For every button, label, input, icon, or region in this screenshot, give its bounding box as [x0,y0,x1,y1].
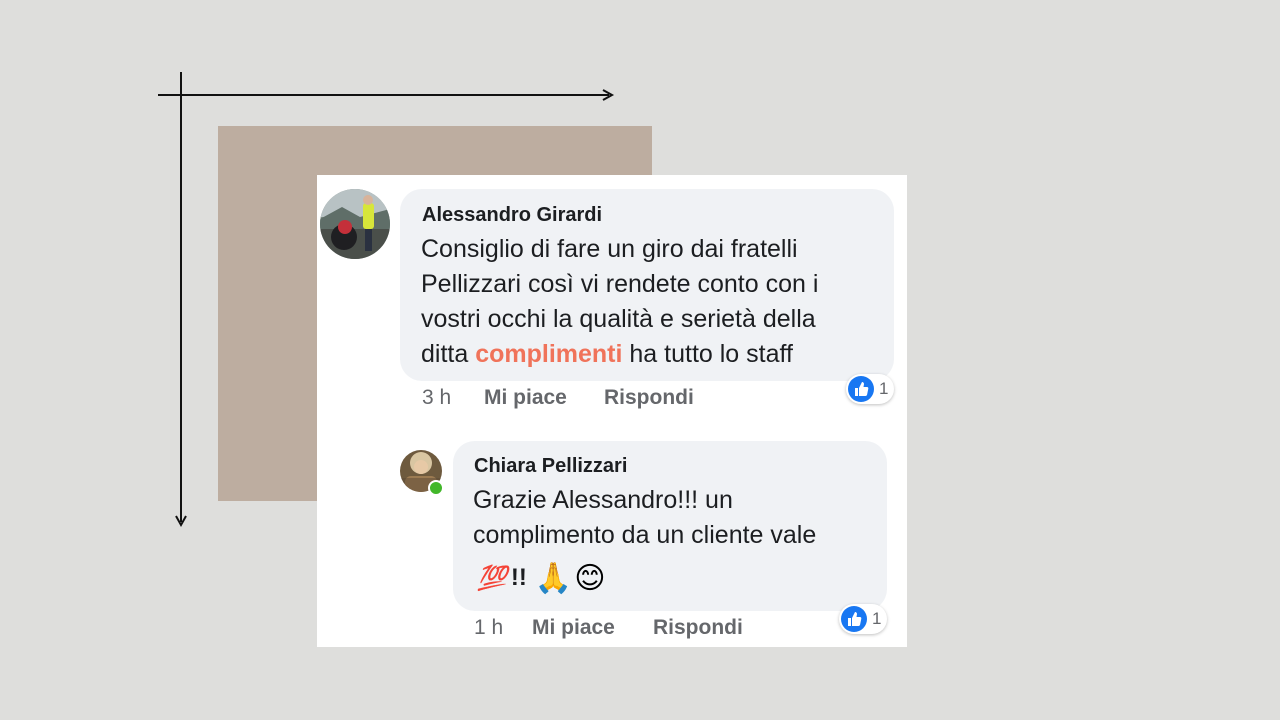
emoji-line: 💯 !! 🙏 😊 [477,561,606,595]
comment-text-line: complimento da un cliente vale [473,521,817,549]
like-button[interactable]: Mi piace [484,386,567,410]
thumbs-up-icon [848,376,874,402]
like-button[interactable]: Mi piace [532,616,615,640]
text-segment: ha tutto lo staff [622,340,793,368]
smiling-face-icon: 😊 [574,561,606,595]
comment-text-line: Pellizzari così vi rendete conto con i [421,270,819,298]
highlight-text: complimenti [475,340,623,368]
avatar-photo-icon [320,189,390,259]
reaction-count: 1 [872,609,882,628]
reaction-badge[interactable]: 1 [846,374,895,404]
comments-card: Alessandro Girardi Consiglio di fare un … [317,175,907,647]
reaction-count: 1 [879,379,889,398]
comment-timestamp[interactable]: 3 h [422,386,451,410]
text-segment: ditta [421,340,476,368]
hundred-points-icon: 💯 [477,564,507,592]
comment-text-line: vostri occhi la qualità e serietà della [421,305,816,333]
thumbs-up-icon [841,606,867,632]
folded-hands-icon: 🙏 [534,561,573,595]
reaction-badge[interactable]: 1 [839,604,888,634]
comment-text-line: Grazie Alessandro!!! un [473,486,733,514]
exclamation-text: !! [510,564,527,591]
online-status-dot [428,480,444,496]
comment-timestamp[interactable]: 1 h [474,616,503,640]
comment-author[interactable]: Chiara Pellizzari [474,455,627,478]
reply-button[interactable]: Rispondi [653,616,743,640]
avatar[interactable] [320,189,390,259]
comment-text-line: Consiglio di fare un giro dai fratelli [421,235,798,263]
comment-author[interactable]: Alessandro Girardi [422,204,602,227]
reply-button[interactable]: Rispondi [604,386,694,410]
comment-text-line: ditta complimenti ha tutto lo staff [421,337,793,372]
